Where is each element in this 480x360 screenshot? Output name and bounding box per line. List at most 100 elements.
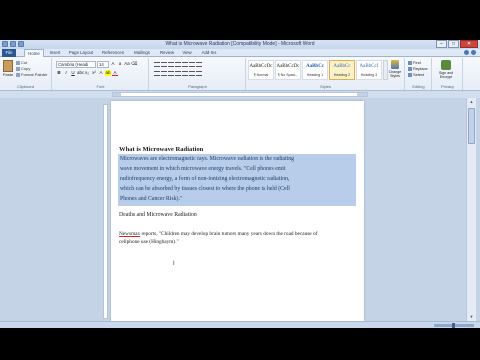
show-marks-icon[interactable]: [196, 62, 202, 67]
styles-group-label: Styles: [320, 84, 331, 89]
quote-line: cellphone use (Hinghaym).": [119, 239, 179, 245]
clipboard-group-label: Clipboard: [16, 84, 35, 89]
scroll-down-icon[interactable]: ▼: [468, 314, 475, 320]
style-heading-3[interactable]: AaBbCcI Heading 3: [356, 60, 382, 80]
select-button[interactable]: Select: [408, 72, 428, 78]
tab-references[interactable]: References: [99, 49, 127, 57]
minimize-ribbon-icon[interactable]: [464, 50, 469, 55]
horizontal-ruler[interactable]: [112, 92, 368, 97]
sort-icon[interactable]: [189, 62, 195, 67]
tab-page-layout[interactable]: Page Layout: [66, 49, 96, 57]
shrink-font-button[interactable]: a: [117, 61, 123, 67]
increase-indent-icon[interactable]: [182, 62, 188, 67]
tab-add-ins[interactable]: Add-Ins: [198, 49, 220, 57]
quote-line: Newsmax reports, "Children may develop b…: [119, 231, 318, 237]
paragraph-line[interactable]: wave movement in which microwave energy …: [120, 165, 286, 174]
privacy-group-label: Privacy: [440, 84, 455, 89]
style-normal[interactable]: AaBbCcDc ¶ Normal: [248, 60, 274, 80]
paragraph-line[interactable]: radiofrequency energy, a form of non-ion…: [120, 175, 289, 184]
left-margin: [113, 93, 121, 96]
text-effects-button[interactable]: A: [98, 70, 104, 76]
document-page[interactable]: [111, 101, 364, 321]
font-size-select[interactable]: 14: [97, 61, 109, 68]
font-family-select[interactable]: Cambria (Headi: [56, 61, 96, 68]
multilevel-list-icon[interactable]: [168, 62, 174, 67]
superscript-button[interactable]: x²: [91, 70, 97, 76]
style-no-spacing[interactable]: AaBbCcDc ¶ No Spaci...: [275, 60, 301, 80]
tab-mailings[interactable]: Mailings: [130, 49, 154, 57]
line-spacing-icon[interactable]: [182, 71, 188, 76]
bold-button[interactable]: B: [56, 70, 62, 76]
i-beam-cursor-icon: I: [173, 261, 175, 267]
font-row-2: B I U abc x₂ x² A ab A: [56, 70, 118, 76]
window-controls: – □ ✕: [436, 40, 478, 48]
change-styles-button[interactable]: Change Styles: [388, 60, 402, 84]
window-title: What is Microwave Radiation [Compatibili…: [165, 41, 315, 47]
decrease-indent-icon[interactable]: [175, 62, 181, 67]
maximize-button[interactable]: □: [448, 40, 459, 48]
title-bar: What is Microwave Radiation [Compatibili…: [0, 40, 480, 49]
editing-actions: Find Replace Select: [408, 60, 428, 78]
paragraph-line[interactable]: which can be absorbed by tissues closest…: [120, 185, 290, 194]
close-button[interactable]: ✕: [460, 40, 478, 48]
quote-paragraph[interactable]: Newsmax reports, "Children may develop b…: [119, 230, 317, 246]
select-icon: [408, 73, 412, 77]
italic-button[interactable]: I: [63, 70, 69, 76]
editing-group-label: Editing: [412, 84, 425, 89]
help-icon[interactable]: [471, 50, 476, 55]
ribbon: Paste Cut Copy Format Painter Clipboard …: [0, 57, 480, 91]
style-heading-2[interactable]: AaBbCc Heading 2: [329, 60, 355, 80]
justify-icon[interactable]: [175, 71, 181, 76]
strikethrough-button[interactable]: abc: [77, 70, 84, 76]
tab-home[interactable]: Home: [24, 49, 44, 57]
align-center-icon[interactable]: [161, 71, 167, 76]
paragraph-line[interactable]: Microwaves are electromagnetic rays. Mic…: [120, 155, 294, 164]
clear-formatting-icon[interactable]: ⌫: [131, 61, 137, 67]
replace-icon: [408, 67, 412, 71]
align-left-icon[interactable]: [154, 71, 160, 76]
paintbrush-icon: [16, 73, 20, 77]
scroll-thumb[interactable]: [468, 108, 475, 144]
borders-icon[interactable]: [196, 71, 202, 76]
font-color-button[interactable]: A: [112, 70, 118, 76]
change-case-button[interactable]: Aa: [124, 61, 130, 67]
numbering-icon[interactable]: [161, 62, 167, 67]
format-painter-button[interactable]: Format Painter: [16, 72, 47, 78]
vertical-scrollbar[interactable]: ▲ ▼: [466, 98, 476, 321]
grow-font-button[interactable]: A: [110, 61, 116, 67]
paste-label: Paste: [2, 72, 14, 77]
document-heading[interactable]: What is Microwave Radiation: [119, 146, 203, 153]
ribbon-tabs: File Home Insert Page Layout References …: [0, 49, 480, 57]
style-heading-1[interactable]: AaBbCc Heading 1: [302, 60, 328, 80]
tab-review[interactable]: Review: [157, 49, 177, 57]
paste-button[interactable]: Paste: [2, 60, 14, 78]
sign-encrypt-button[interactable]: Sign and Encrypt: [436, 60, 456, 79]
underline-button[interactable]: U: [70, 70, 76, 76]
zoom-knob[interactable]: [452, 323, 455, 328]
highlight-button[interactable]: ab: [105, 70, 111, 76]
right-margin: [357, 93, 367, 96]
signature-icon: [441, 60, 451, 70]
shading-icon[interactable]: [189, 71, 195, 76]
tab-insert[interactable]: Insert: [46, 49, 64, 57]
binoculars-icon: [408, 61, 412, 65]
subscript-button[interactable]: x₂: [84, 70, 90, 76]
change-styles-icon: [391, 60, 399, 69]
align-right-icon[interactable]: [168, 71, 174, 76]
tab-file[interactable]: File: [2, 49, 16, 57]
font-group: Cambria (Headi 14 A a Aa ⌫ B I U abc x₂ …: [53, 58, 149, 90]
vertical-ruler[interactable]: [103, 104, 108, 319]
clipboard-group: Paste Cut Copy Format Painter Clipboard: [0, 58, 52, 90]
paragraph-line[interactable]: Phones and Cancer Risk).": [120, 195, 182, 204]
zoom-slider[interactable]: [434, 323, 474, 328]
source-name: Newsmax: [119, 231, 141, 237]
tab-view[interactable]: View: [179, 49, 195, 57]
paragraph-row-1: [154, 62, 202, 67]
minimize-button[interactable]: –: [436, 40, 447, 48]
bullets-icon[interactable]: [154, 62, 160, 67]
scroll-up-icon[interactable]: ▲: [468, 99, 475, 105]
ribbon-help-icons: [464, 50, 476, 55]
paragraph-group-label: Paragraph: [188, 84, 207, 89]
document-subheading[interactable]: Deaths and Microwave Radiation: [119, 212, 197, 218]
paragraph-row-2: [154, 71, 202, 76]
